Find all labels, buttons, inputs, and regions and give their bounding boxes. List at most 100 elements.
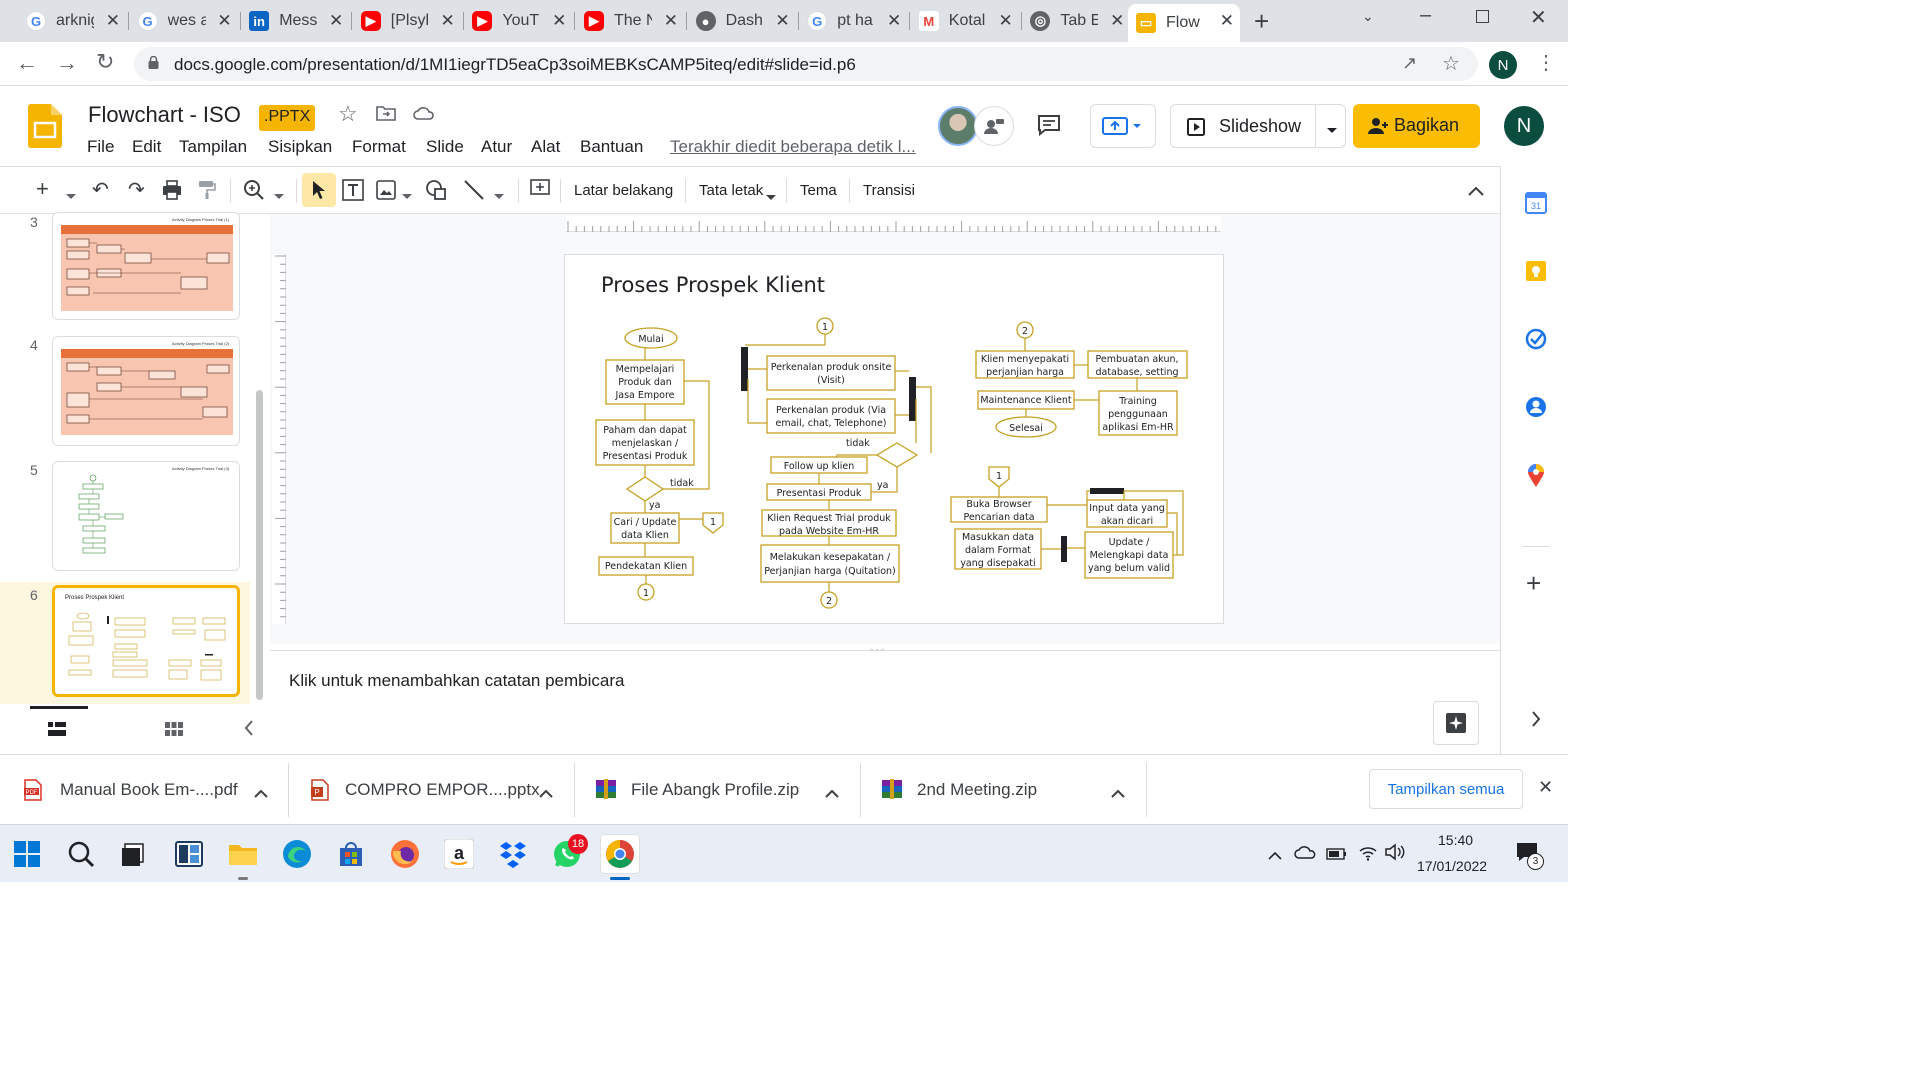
close-tab-icon[interactable]: ✕ [1110,11,1124,31]
download-item[interactable]: P COMPRO EMPOR....pptx [289,755,575,825]
wifi-icon[interactable] [1358,843,1378,866]
browser-tab[interactable]: Gwes a ✕ [130,4,238,38]
cloud-status-icon[interactable] [413,105,435,126]
browser-tab[interactable]: ▶ [Plsyl ✕ [353,4,461,38]
slide-thumbnail-3[interactable] [52,212,240,320]
close-tab-icon[interactable]: ✕ [1220,11,1234,31]
transition-button[interactable]: Transisi [863,182,915,199]
close-tab-icon[interactable]: ✕ [775,11,789,31]
browser-tab[interactable]: in Mess ✕ [241,4,349,38]
browser-tab[interactable]: Gpt ha ✕ [799,4,907,38]
browser-tab[interactable]: ● Dash ✕ [688,4,796,38]
notes-placeholder[interactable]: Klik untuk menambahkan catatan pembicara [289,671,624,691]
back-icon[interactable]: ← [16,50,38,76]
new-slide-icon[interactable]: + [36,176,49,202]
text-box-icon[interactable] [342,179,364,206]
current-slide[interactable]: Proses Prospek Klient Mulai Mempelajari … [564,254,1224,624]
menu-file[interactable]: File [87,137,114,157]
chevron-up-icon[interactable] [825,785,839,803]
line-dropdown-icon[interactable] [494,187,504,205]
tray-overflow-icon[interactable] [1268,847,1282,865]
amazon-icon[interactable]: a [442,837,476,871]
tab-search-icon[interactable]: ⌄ [1362,8,1374,25]
last-edit-link[interactable]: Terakhir diedit beberapa detik l... [670,137,916,157]
horizontal-ruler[interactable] [566,216,1221,232]
minimize-button[interactable]: – [1420,4,1431,27]
maps-icon[interactable] [1527,464,1545,493]
close-tab-icon[interactable]: ✕ [999,11,1013,31]
menu-edit[interactable]: Edit [132,137,161,157]
download-item[interactable]: 2nd Meeting.zip [861,755,1147,825]
layout-dropdown-icon[interactable] [766,188,776,206]
add-comment-icon[interactable] [530,179,550,204]
close-tab-icon[interactable]: ✕ [329,11,343,31]
account-avatar[interactable]: N [1504,106,1544,146]
chevron-up-icon[interactable] [539,785,553,803]
close-tab-icon[interactable]: ✕ [552,11,566,31]
download-item[interactable]: PDF Manual Book Em-....pdf [0,755,286,825]
dropbox-icon[interactable] [496,837,530,871]
layout-button[interactable]: Tata letak [699,182,763,199]
battery-icon[interactable] [1326,847,1348,865]
share-button[interactable]: Bagikan [1353,104,1480,148]
collaborator-avatar[interactable] [938,106,978,146]
file-explorer-icon[interactable] [226,837,260,871]
comments-icon[interactable] [1037,114,1061,141]
menu-alat[interactable]: Alat [531,137,560,157]
filmstrip-scrollbar[interactable] [256,390,263,700]
redo-icon[interactable]: ↷ [128,177,145,202]
profile-avatar[interactable]: N [1489,51,1517,79]
paint-format-icon[interactable] [198,180,216,205]
vertical-ruler[interactable] [272,254,286,624]
keep-icon[interactable] [1525,260,1547,287]
chevron-up-icon[interactable] [254,785,268,803]
reload-icon[interactable]: ↻ [96,49,114,75]
browser-tab[interactable]: M Kotal ✕ [911,4,1019,38]
menu-slide[interactable]: Slide [426,137,464,157]
forward-icon[interactable]: → [56,50,78,76]
chevron-down-icon[interactable] [1326,122,1338,140]
expand-panel-icon[interactable] [1531,711,1541,732]
print-icon[interactable] [162,180,182,205]
address-bar[interactable]: docs.google.com/presentation/d/1MI1iegrT… [134,47,1478,81]
browser-tab[interactable]: ◎ Tab E ✕ [1022,4,1130,38]
close-tab-icon[interactable]: ✕ [217,11,231,31]
line-icon[interactable] [463,179,485,206]
task-view-icon[interactable] [116,837,150,871]
add-addon-icon[interactable]: + [1526,568,1541,599]
close-tab-icon[interactable]: ✕ [441,11,455,31]
clock-date[interactable]: 17/01/2022 [1417,858,1487,874]
tasks-icon[interactable] [1525,328,1547,355]
background-button[interactable]: Latar belakang [574,182,673,199]
windows-start-icon[interactable] [10,837,44,871]
new-tab-button[interactable]: + [1254,6,1269,37]
document-title[interactable]: Flowchart - ISO [88,102,241,128]
slide-thumbnail-4[interactable] [52,336,240,446]
show-all-downloads-button[interactable]: Tampilkan semua [1369,769,1523,809]
volume-icon[interactable] [1384,843,1406,866]
browser-tab[interactable]: ▭ Flow ✕ [1128,4,1240,42]
grid-view-icon[interactable] [165,722,183,741]
bookmark-star-icon[interactable]: ☆ [1442,51,1460,76]
browser-menu-icon[interactable]: ⋮ [1536,50,1556,75]
present-to-meeting-button[interactable] [1090,104,1156,148]
widgets-icon[interactable] [172,837,206,871]
clock-time[interactable]: 15:40 [1438,832,1473,848]
slide-thumbnail-6[interactable] [52,585,240,697]
move-folder-icon[interactable] [376,105,396,126]
collapse-filmstrip-icon[interactable] [244,720,254,741]
assistant-sparkle-button[interactable] [1433,701,1479,745]
zoom-icon[interactable] [243,179,265,206]
chrome-icon[interactable] [600,834,640,874]
close-window-button[interactable]: ✕ [1530,5,1547,30]
edge-icon[interactable] [280,837,314,871]
select-cursor-icon[interactable] [302,173,336,207]
insert-image-icon[interactable] [376,180,396,205]
close-downloads-icon[interactable]: ✕ [1538,777,1553,798]
close-tab-icon[interactable]: ✕ [664,11,678,31]
browser-tab[interactable]: ▶ YouT ✕ [464,4,572,38]
zoom-dropdown-icon[interactable] [274,187,284,205]
calendar-icon[interactable]: 31 [1525,192,1547,219]
image-dropdown-icon[interactable] [402,187,412,205]
collapse-toolbar-icon[interactable] [1468,183,1484,201]
